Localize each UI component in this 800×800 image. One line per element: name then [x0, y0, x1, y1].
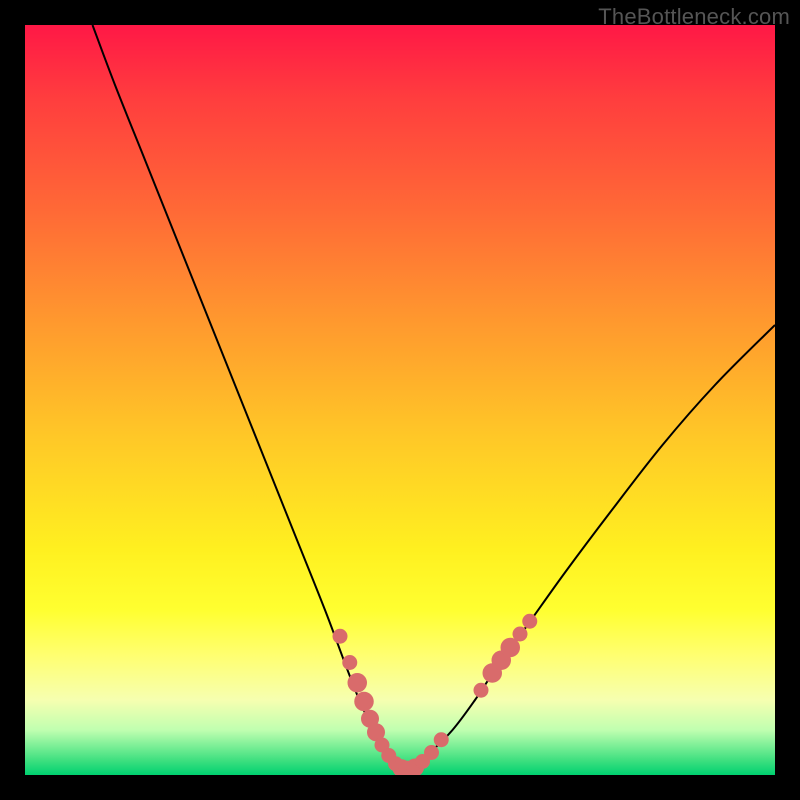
- curve-markers: [333, 614, 538, 775]
- bottleneck-curve: [25, 25, 775, 775]
- curve-marker: [348, 673, 368, 693]
- curve-marker: [354, 692, 374, 712]
- chart-frame: [25, 25, 775, 775]
- watermark-text: TheBottleneck.com: [598, 4, 790, 30]
- curve-marker: [434, 732, 449, 747]
- curve-marker: [342, 655, 357, 670]
- curve-marker: [522, 614, 537, 629]
- curve-marker: [474, 683, 489, 698]
- curve-marker: [513, 627, 528, 642]
- curve-marker: [333, 629, 348, 644]
- curve-left-branch: [93, 25, 404, 771]
- curve-marker: [424, 745, 439, 760]
- curve-right-branch: [404, 325, 775, 771]
